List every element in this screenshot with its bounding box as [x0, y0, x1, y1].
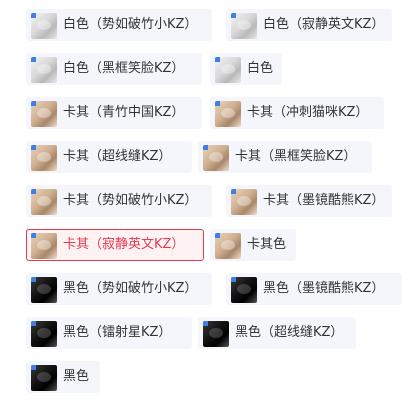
- product-thumbnail: [215, 57, 241, 83]
- color-option-label: 卡其（黑框笑脸KZ）: [235, 149, 357, 164]
- thumbnail-highlight: [237, 196, 251, 206]
- thumbnail-highlight: [37, 284, 51, 294]
- color-option[interactable]: 白色（寂静英文KZ）: [226, 9, 392, 41]
- product-thumbnail: [215, 233, 241, 259]
- color-option-label: 黑色: [63, 369, 90, 384]
- color-option[interactable]: 白色: [210, 53, 282, 85]
- thumbnail-highlight: [221, 240, 235, 250]
- color-option-label: 黑色（镭射星KZ）: [63, 325, 172, 340]
- color-option[interactable]: 卡其（势如破竹小KZ）: [26, 185, 212, 217]
- color-option-label: 白色: [247, 61, 274, 76]
- product-thumbnail: [203, 145, 229, 171]
- thumbnail-highlight: [237, 20, 251, 30]
- color-option-label: 卡其（墨镜酷熊KZ）: [263, 193, 385, 208]
- corner-marker-icon: [31, 321, 36, 326]
- corner-marker-icon: [31, 233, 36, 238]
- corner-marker-icon: [31, 57, 36, 62]
- color-option[interactable]: 卡其（寂静英文KZ）: [26, 229, 204, 261]
- corner-marker-icon: [203, 321, 208, 326]
- thumbnail-highlight: [37, 108, 51, 118]
- color-option[interactable]: 卡其（青竹中国KZ）: [26, 97, 202, 129]
- color-option-label: 黑色（墨镜酷熊KZ）: [263, 281, 385, 296]
- product-thumbnail: [203, 321, 229, 347]
- corner-marker-icon: [231, 277, 236, 282]
- corner-marker-icon: [215, 233, 220, 238]
- thumbnail-highlight: [37, 64, 51, 74]
- product-thumbnail: [31, 145, 57, 171]
- corner-marker-icon: [215, 101, 220, 106]
- product-thumbnail: [31, 13, 57, 39]
- product-thumbnail: [31, 101, 57, 127]
- color-option-label: 卡其色: [247, 237, 287, 252]
- corner-marker-icon: [31, 101, 36, 106]
- product-thumbnail: [231, 189, 257, 215]
- product-thumbnail: [215, 101, 241, 127]
- color-option-label: 白色（势如破竹小KZ）: [63, 17, 198, 32]
- color-option-label: 卡其（青竹中国KZ）: [63, 105, 185, 120]
- color-option-label: 白色（黑框笑脸KZ）: [63, 61, 185, 76]
- color-option[interactable]: 白色（势如破竹小KZ）: [26, 9, 212, 41]
- thumbnail-highlight: [237, 284, 251, 294]
- color-option-grid: 白色（势如破竹小KZ） 白色（寂静英文KZ） 白色（黑框笑脸KZ） 白色卡其（青竹中国…: [0, 0, 417, 413]
- thumbnail-highlight: [221, 64, 235, 74]
- color-option[interactable]: 卡其（墨镜酷熊KZ）: [226, 185, 392, 217]
- color-option[interactable]: 黑色（墨镜酷熊KZ）: [226, 273, 402, 305]
- product-thumbnail: [231, 277, 257, 303]
- product-thumbnail: [31, 57, 57, 83]
- corner-marker-icon: [31, 189, 36, 194]
- color-option[interactable]: 白色（黑框笑脸KZ）: [26, 53, 202, 85]
- thumbnail-highlight: [37, 20, 51, 30]
- thumbnail-highlight: [37, 196, 51, 206]
- color-option-label: 卡其（势如破竹小KZ）: [63, 193, 198, 208]
- color-option[interactable]: 卡其（冲刺猫咪KZ）: [210, 97, 384, 129]
- thumbnail-highlight: [37, 240, 51, 250]
- color-option-label: 黑色（势如破竹小KZ）: [63, 281, 198, 296]
- product-thumbnail: [31, 233, 57, 259]
- corner-marker-icon: [231, 13, 236, 18]
- thumbnail-highlight: [221, 108, 235, 118]
- corner-marker-icon: [203, 145, 208, 150]
- corner-marker-icon: [231, 189, 236, 194]
- corner-marker-icon: [31, 13, 36, 18]
- color-option[interactable]: 黑色（超线缝KZ）: [198, 317, 356, 349]
- product-thumbnail: [31, 321, 57, 347]
- color-option[interactable]: 卡其色: [210, 229, 296, 261]
- color-option-label: 卡其（冲刺猫咪KZ）: [247, 105, 369, 120]
- corner-marker-icon: [31, 365, 36, 370]
- color-option-label: 卡其（寂静英文KZ）: [63, 237, 185, 252]
- corner-marker-icon: [31, 277, 36, 282]
- color-option-label: 白色（寂静英文KZ）: [263, 17, 385, 32]
- product-thumbnail: [231, 13, 257, 39]
- thumbnail-highlight: [209, 328, 223, 338]
- color-option-label: 卡其（超线缝KZ）: [63, 149, 172, 164]
- color-option[interactable]: 黑色: [26, 361, 100, 393]
- corner-marker-icon: [31, 145, 36, 150]
- thumbnail-highlight: [209, 152, 223, 162]
- color-option[interactable]: 卡其（黑框笑脸KZ）: [198, 141, 372, 173]
- product-thumbnail: [31, 365, 57, 391]
- color-option-label: 黑色（超线缝KZ）: [235, 325, 344, 340]
- color-option[interactable]: 黑色（势如破竹小KZ）: [26, 273, 212, 305]
- corner-marker-icon: [215, 57, 220, 62]
- thumbnail-highlight: [37, 372, 51, 382]
- product-thumbnail: [31, 277, 57, 303]
- color-option[interactable]: 卡其（超线缝KZ）: [26, 141, 192, 173]
- product-thumbnail: [31, 189, 57, 215]
- thumbnail-highlight: [37, 328, 51, 338]
- color-option[interactable]: 黑色（镭射星KZ）: [26, 317, 192, 349]
- thumbnail-highlight: [37, 152, 51, 162]
